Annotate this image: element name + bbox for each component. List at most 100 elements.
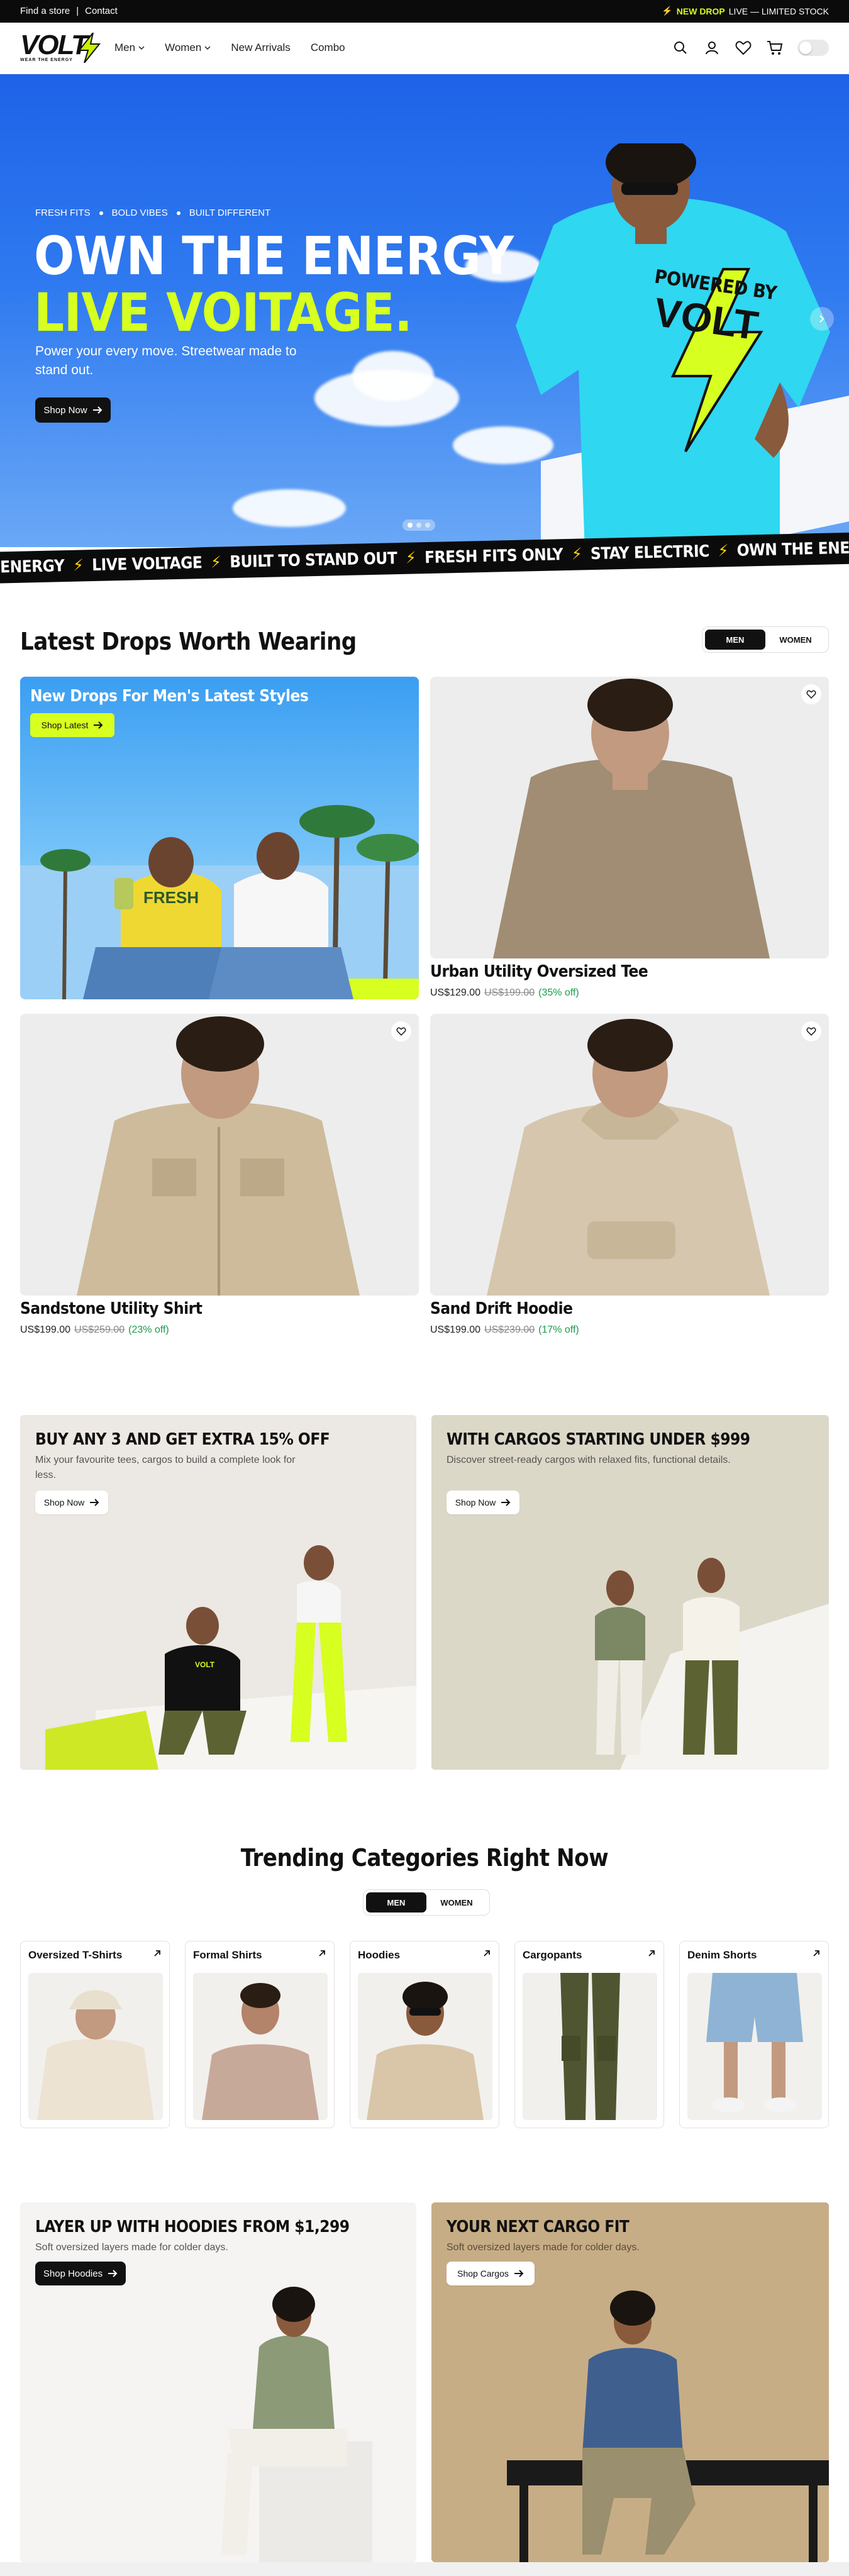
wishlist-heart-icon[interactable] — [801, 1021, 821, 1041]
tab-women[interactable]: WOMEN — [426, 1892, 487, 1913]
category-name: Hoodies — [358, 1949, 401, 1961]
banner-title: YOUR NEXT CARGO FIT — [447, 2218, 630, 2236]
button-label: Shop Now — [455, 1497, 496, 1507]
tab-men[interactable]: MEN — [705, 630, 765, 650]
arrow-up-right-icon — [648, 1950, 655, 1957]
category-card-cargopants[interactable]: Cargopants — [514, 1941, 664, 2128]
cargo-fit-banner[interactable]: YOUR NEXT CARGO FIT Soft oversized layer… — [431, 2202, 829, 2562]
product-price: US$199.00 US$239.00 (17% off) — [430, 1324, 579, 1336]
trending-section-title: Trending Categories Right Now — [240, 1844, 609, 1872]
header-actions — [672, 39, 829, 57]
banner-shop-now-button[interactable]: Shop Now — [447, 1491, 519, 1514]
shop-latest-button[interactable]: Shop Latest — [30, 713, 114, 737]
category-card-denim-shorts[interactable]: Denim Shorts — [679, 1941, 829, 2128]
price-discount: (17% off) — [538, 1324, 579, 1335]
promo-shirt-text: FRESH — [143, 888, 199, 907]
category-image — [687, 1973, 822, 2120]
latest-section-title: Latest Drops Worth Wearing — [20, 628, 357, 655]
new-drop-label: NEW DROP — [676, 6, 725, 16]
price-current: US$129.00 — [430, 987, 481, 998]
product-card-image[interactable] — [430, 1014, 829, 1296]
hero-next-button[interactable] — [810, 307, 834, 331]
latest-gender-tabs: MEN WOMEN — [702, 626, 829, 653]
banner-title: LAYER UP WITH HOODIES FROM $1,299 — [35, 2218, 350, 2236]
nav-men[interactable]: Men — [114, 42, 145, 54]
product-card-image[interactable] — [430, 677, 829, 958]
hero-shop-now-button[interactable]: Shop Now — [35, 397, 111, 423]
announcement-bar: Find a store | Contact ⚡ NEW DROP LIVE —… — [0, 0, 849, 23]
arrow-up-right-icon — [813, 1950, 819, 1957]
product-card-image[interactable] — [20, 1014, 419, 1296]
promo-title: New Drops For Men's Latest Styles — [30, 687, 309, 706]
theme-toggle[interactable] — [797, 40, 829, 56]
product-name[interactable]: Sand Drift Hoodie — [430, 1299, 573, 1318]
hoodies-banner[interactable]: LAYER UP WITH HOODIES FROM $1,299 Soft o… — [20, 2202, 416, 2562]
chevron-right-icon — [819, 315, 824, 323]
heart-icon[interactable] — [735, 39, 752, 57]
category-card-formal-shirts[interactable]: Formal Shirts — [185, 1941, 335, 2128]
category-card-hoodies[interactable]: Hoodies — [350, 1941, 499, 2128]
user-icon[interactable] — [703, 39, 721, 57]
product-price: US$129.00 US$199.00 (35% off) — [430, 987, 579, 999]
slide-dot[interactable] — [416, 523, 421, 528]
hero-headline-2: LIVE VOITAGE. — [34, 282, 413, 343]
bolt-icon: ⚡ — [662, 6, 673, 16]
bolt-icon: ⚡ — [210, 553, 221, 572]
chevron-down-icon — [138, 46, 145, 50]
category-image — [523, 1973, 657, 2120]
banner-shirt-text: VOLT — [195, 1660, 215, 1669]
cart-icon[interactable] — [766, 39, 784, 57]
bolt-icon: ⚡ — [571, 545, 582, 564]
tab-men[interactable]: MEN — [366, 1892, 426, 1913]
cloud-decoration — [352, 351, 434, 401]
arrow-right-icon — [108, 2270, 118, 2277]
nav-combo[interactable]: Combo — [311, 42, 345, 54]
price-original: US$239.00 — [484, 1324, 535, 1335]
button-label: Shop Cargos — [457, 2268, 509, 2279]
hero-slide-dots — [402, 519, 435, 531]
arrow-up-right-icon — [154, 1950, 160, 1957]
marquee-item: ENERGY — [0, 557, 65, 577]
category-card-oversized-tshirts[interactable]: Oversized T-Shirts — [20, 1941, 170, 2128]
nav-women[interactable]: Women — [165, 42, 211, 54]
cargos-banner[interactable]: WITH CARGOS STARTING UNDER $999 Discover… — [431, 1415, 829, 1770]
product-name[interactable]: Sandstone Utility Shirt — [20, 1299, 203, 1318]
product-image-tee — [493, 679, 770, 958]
category-name: Oversized T-Shirts — [28, 1949, 123, 1961]
hoodies-banner-image — [221, 2287, 372, 2562]
bundle-offer-banner[interactable]: BUY ANY 3 AND GET EXTRA 15% OFF Mix your… — [20, 1415, 416, 1770]
brand-logo[interactable]: VOLT WEAR THE ENERGY — [20, 31, 102, 67]
category-image — [28, 1973, 163, 2120]
contact-link[interactable]: Contact — [85, 6, 118, 16]
marquee-item: STAY ELECTRIC — [590, 541, 710, 564]
bolt-icon: ⚡ — [72, 556, 84, 575]
marquee-item: LIVE VOLTAGE — [91, 553, 203, 575]
marquee-item: OWN THE ENERGY — [736, 538, 849, 560]
trending-gender-tabs: MEN WOMEN — [363, 1889, 490, 1916]
slide-dot[interactable] — [425, 523, 430, 528]
product-price: US$199.00 US$259.00 (23% off) — [20, 1324, 169, 1336]
topbar-separator: | — [76, 6, 79, 16]
topbar-links: Find a store | Contact — [20, 6, 118, 16]
wishlist-heart-icon[interactable] — [391, 1021, 411, 1041]
toggle-knob — [799, 42, 812, 54]
shop-hoodies-button[interactable]: Shop Hoodies — [35, 2262, 126, 2285]
wishlist-heart-icon[interactable] — [801, 684, 821, 704]
hero-subtitle: Power your every move. Streetwear made t… — [35, 344, 297, 377]
shop-cargos-button[interactable]: Shop Cargos — [447, 2262, 535, 2285]
hero-model-image — [516, 143, 830, 547]
search-icon[interactable] — [672, 39, 689, 57]
hero-tag: BOLD VIBES — [111, 208, 168, 218]
tab-women[interactable]: WOMEN — [765, 630, 826, 650]
nav-new-arrivals[interactable]: New Arrivals — [231, 42, 290, 54]
banner-shop-now-button[interactable]: Shop Now — [35, 1491, 108, 1514]
bolt-icon: ⚡ — [405, 548, 416, 568]
promo-card[interactable]: New Drops For Men's Latest Styles FRESH … — [20, 677, 419, 999]
slide-dot[interactable] — [408, 523, 413, 528]
price-discount: (23% off) — [128, 1324, 169, 1335]
product-name[interactable]: Urban Utility Oversized Tee — [430, 962, 648, 981]
hero-tag: FRESH FITS — [35, 208, 91, 218]
find-store-link[interactable]: Find a store — [20, 6, 70, 16]
banner-subtitle: Mix your favourite tees, cargos to build… — [35, 1455, 296, 1480]
page-bottom-divider — [0, 2562, 849, 2576]
